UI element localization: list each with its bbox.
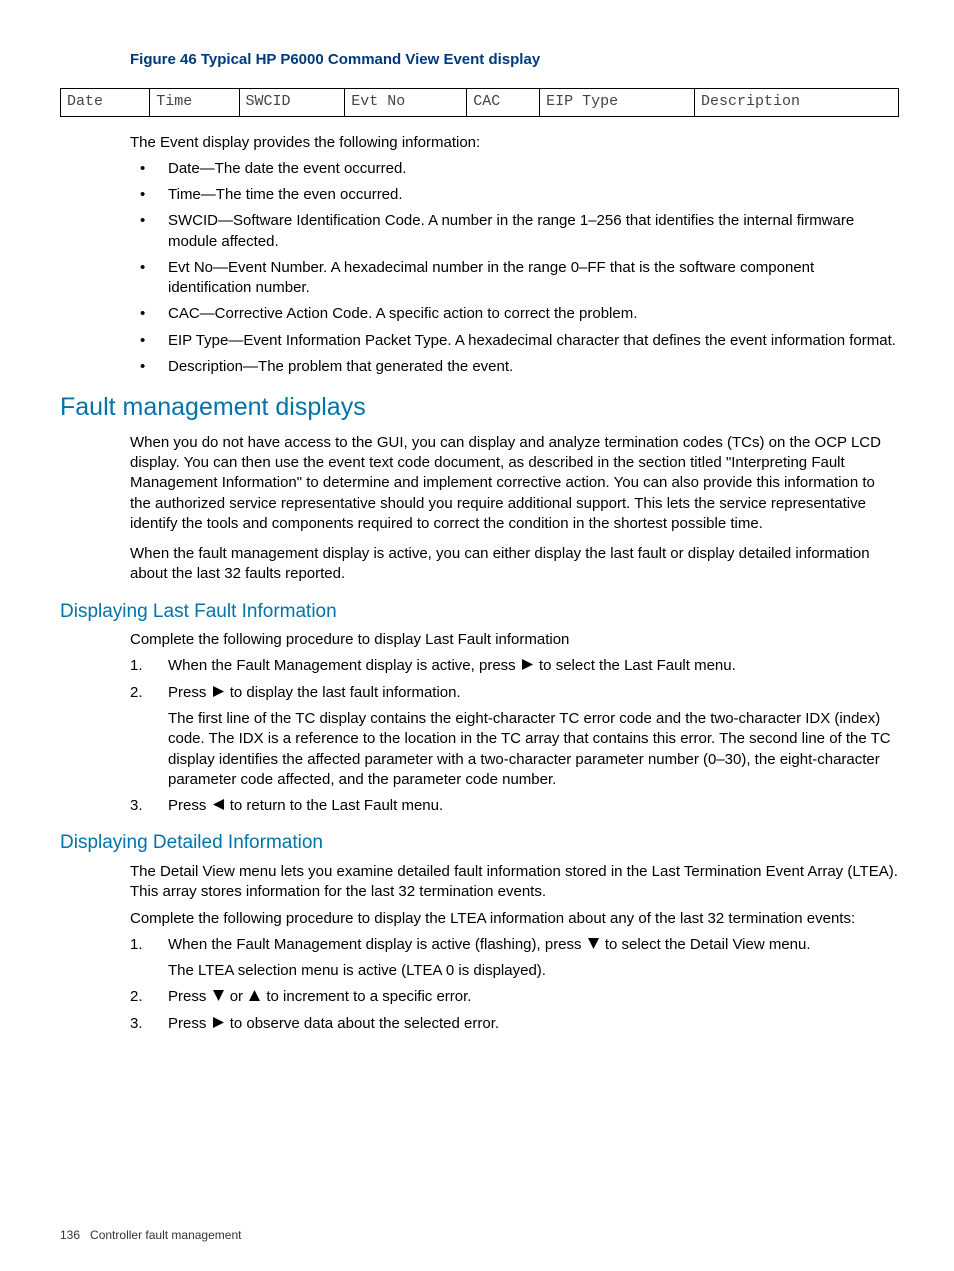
step-number: 2. [130, 987, 158, 1007]
step-item: 2. Press or to increment to a specific e… [130, 987, 899, 1007]
step-item: 3. Press to return to the Last Fault men… [130, 796, 899, 816]
footer-section: Controller fault management [90, 1228, 241, 1242]
list-item: Evt No—Event Number. A hexadecimal numbe… [130, 258, 899, 299]
figure-caption: Figure 46 Typical HP P6000 Command View … [130, 50, 899, 70]
event-field-list: Date—The date the event occurred. Time—T… [130, 159, 899, 377]
paragraph: Complete the following procedure to disp… [130, 909, 899, 929]
step-text: or [230, 989, 248, 1006]
col-evtno: Evt No [345, 89, 467, 116]
step-text: Press [168, 989, 211, 1006]
down-arrow-icon [588, 935, 599, 955]
left-arrow-icon [213, 796, 224, 816]
paragraph: When the fault management display is act… [130, 544, 899, 585]
step-number: 1. [130, 935, 158, 955]
step-number: 2. [130, 683, 158, 703]
intro-paragraph: The Event display provides the following… [130, 133, 899, 153]
step-text: to observe data about the selected error… [230, 1015, 499, 1032]
col-eiptype: EIP Type [540, 89, 695, 116]
step-text: to select the Last Fault menu. [539, 657, 736, 674]
steps-last-fault: 1. When the Fault Management display is … [130, 656, 899, 816]
list-item: Date—The date the event occurred. [130, 159, 899, 179]
col-date: Date [61, 89, 150, 116]
paragraph: The Detail View menu lets you examine de… [130, 862, 899, 903]
col-cac: CAC [467, 89, 540, 116]
step-text: Press [168, 684, 211, 701]
list-item: CAC—Corrective Action Code. A specific a… [130, 304, 899, 324]
step-number: 1. [130, 656, 158, 676]
step-text: When the Fault Management display is act… [168, 657, 520, 674]
subsection-heading-last-fault: Displaying Last Fault Information [60, 599, 899, 625]
page-number: 136 [60, 1228, 80, 1242]
step-item: 1. When the Fault Management display is … [130, 656, 899, 676]
steps-detailed: 1. When the Fault Management display is … [130, 935, 899, 1034]
paragraph: When you do not have access to the GUI, … [130, 433, 899, 534]
list-item: SWCID—Software Identification Code. A nu… [130, 211, 899, 252]
step-item: 2. Press to display the last fault infor… [130, 683, 899, 790]
step-text: to display the last fault information. [230, 684, 461, 701]
step-item: 1. When the Fault Management display is … [130, 935, 899, 982]
list-item: Description—The problem that generated t… [130, 357, 899, 377]
step-subtext: The first line of the TC display contain… [168, 709, 899, 790]
list-item: Time—The time the even occurred. [130, 185, 899, 205]
down-arrow-icon [213, 987, 224, 1007]
step-number: 3. [130, 1014, 158, 1034]
list-item: EIP Type—Event Information Packet Type. … [130, 331, 899, 351]
step-text: to return to the Last Fault menu. [230, 797, 443, 814]
col-description: Description [694, 89, 898, 116]
up-arrow-icon [249, 987, 260, 1007]
step-subtext: The LTEA selection menu is active (LTEA … [168, 961, 899, 981]
step-item: 3. Press to observe data about the selec… [130, 1014, 899, 1034]
col-time: Time [150, 89, 239, 116]
right-arrow-icon [522, 656, 533, 676]
step-text: to increment to a specific error. [266, 989, 471, 1006]
paragraph: Complete the following procedure to disp… [130, 630, 899, 650]
step-text: When the Fault Management display is act… [168, 936, 586, 953]
col-swcid: SWCID [239, 89, 345, 116]
page-footer: 136 Controller fault management [60, 1227, 241, 1243]
event-display-table: Date Time SWCID Evt No CAC EIP Type Desc… [60, 88, 899, 116]
section-heading-fault-management: Fault management displays [60, 391, 899, 425]
subsection-heading-detailed-info: Displaying Detailed Information [60, 830, 899, 856]
step-text: Press [168, 797, 211, 814]
step-number: 3. [130, 796, 158, 816]
right-arrow-icon [213, 1014, 224, 1034]
step-text: Press [168, 1015, 211, 1032]
right-arrow-icon [213, 683, 224, 703]
step-text: to select the Detail View menu. [605, 936, 811, 953]
